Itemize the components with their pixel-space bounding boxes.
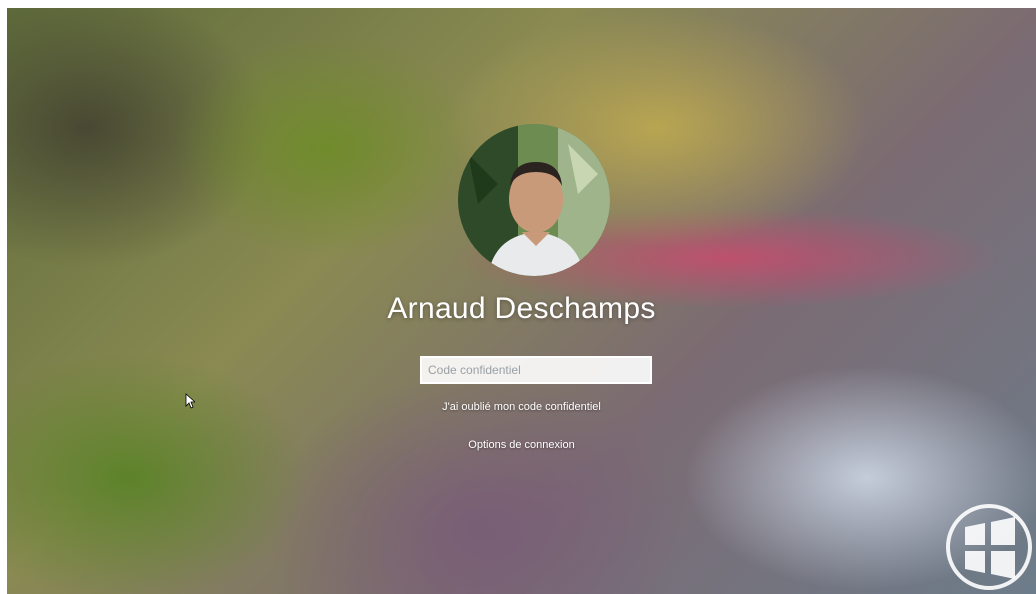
user-name: Arnaud Deschamps bbox=[387, 292, 656, 325]
windows-logo-icon bbox=[945, 503, 1033, 594]
user-avatar bbox=[458, 124, 610, 276]
sign-in-options-link[interactable]: Options de connexion bbox=[7, 439, 1036, 451]
mouse-pointer-icon bbox=[185, 393, 197, 414]
forgot-pin-link[interactable]: J'ai oublié mon code confidentiel bbox=[7, 401, 1036, 413]
pin-input[interactable] bbox=[420, 356, 652, 384]
lock-screen-background: Arnaud Deschamps J'ai oublié mon code co… bbox=[7, 8, 1036, 594]
